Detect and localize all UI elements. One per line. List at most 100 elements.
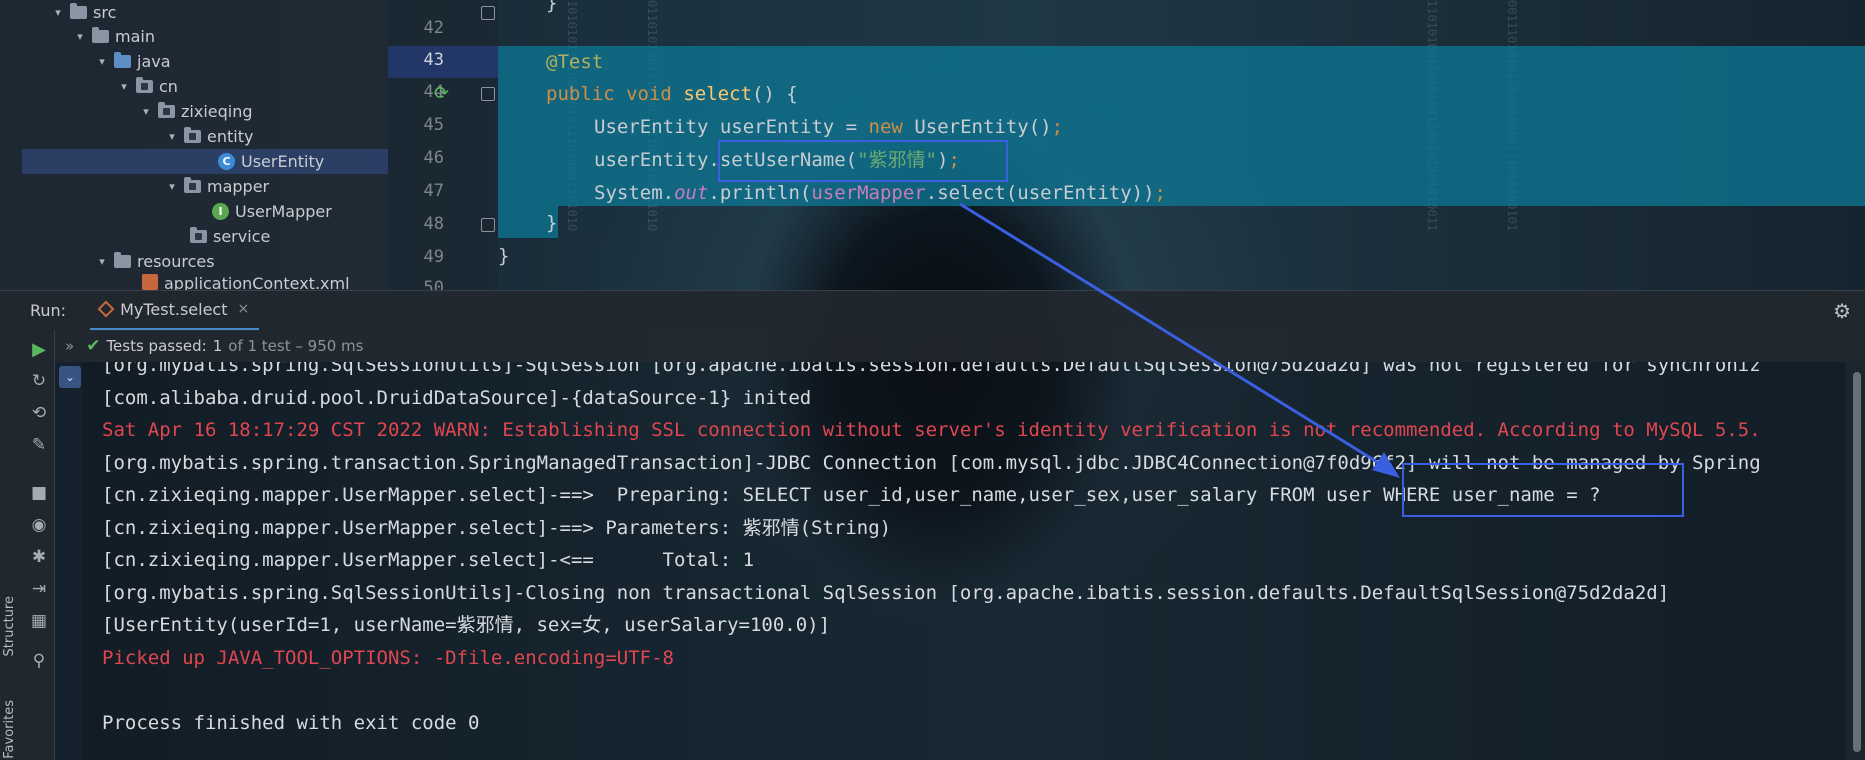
chevron-down-icon[interactable]: ▾ (96, 55, 108, 68)
line-number: 45 (423, 115, 444, 135)
tree-item-label: entity (207, 127, 254, 146)
console-line: [org.mybatis.spring.SqlSessionUtils]-Clo… (102, 581, 1670, 604)
xml-file-icon (142, 274, 158, 290)
console-line: [com.alibaba.druid.pool.DruidDataSource]… (102, 386, 812, 409)
tab-mytest-select[interactable]: MyTest.select × (90, 291, 260, 331)
tree-item-cn[interactable]: ▾ cn (118, 74, 178, 99)
double-chevron-icon[interactable]: » (65, 337, 74, 355)
chevron-down-icon[interactable]: ▾ (166, 130, 178, 143)
folder-icon (70, 3, 87, 19)
rerun-failed-icon[interactable]: ↻ (28, 370, 50, 392)
annotation-box-setusername (718, 140, 1008, 182)
chevron-down-icon[interactable]: ⌄ (59, 366, 81, 388)
package-icon (136, 77, 153, 93)
console-line: Picked up JAVA_TOOL_OPTIONS: -Dfile.enco… (102, 646, 674, 669)
stop-icon[interactable]: ■ (28, 482, 50, 504)
exit-icon[interactable]: ⇥ (28, 578, 50, 600)
tree-item-label: cn (159, 77, 178, 96)
line-number: 49 (423, 247, 444, 267)
chevron-down-icon[interactable]: ▾ (74, 30, 86, 43)
tree-item-resources[interactable]: ▾ resources (96, 249, 215, 274)
interface-icon: I (212, 203, 229, 220)
console-line: [cn.zixieqing.mapper.UserMapper.select]-… (102, 516, 892, 539)
camera-icon[interactable]: ◉ (28, 514, 50, 536)
console-line: [org.mybatis.spring.SqlSessionUtils]-Sql… (102, 362, 1761, 376)
structure-side-tab[interactable]: Structure (2, 596, 17, 656)
tree-item-main[interactable]: ▾ main (74, 24, 155, 49)
line-number: 48 (423, 214, 444, 234)
code-line-43: @Test (546, 51, 604, 73)
tree-item-zixieqing[interactable]: ▾ zixieqing (140, 99, 253, 124)
tree-item-entity[interactable]: ▾ entity (166, 124, 253, 149)
tests-passed-label: Tests passed: (106, 337, 207, 355)
tree-item-label: java (137, 52, 171, 71)
code-line-48: } (546, 212, 558, 234)
console-line: Sat Apr 16 18:17:29 CST 2022 WARN: Estab… (102, 419, 1761, 441)
wrench-icon[interactable]: ✎ (28, 434, 50, 456)
tree-item-label: main (115, 27, 155, 46)
console-line: [cn.zixieqing.mapper.UserMapper.select]-… (102, 549, 755, 571)
test-config-icon (97, 300, 115, 318)
class-icon: C (218, 153, 235, 170)
package-icon (158, 102, 175, 118)
tests-passed-count: 1 (212, 337, 223, 355)
tree-item-mapper[interactable]: ▾ mapper (166, 174, 269, 199)
tests-detail: of 1 test – 950 ms (228, 337, 364, 355)
console-scrollbar[interactable] (1853, 372, 1861, 752)
tree-item-label: UserMapper (235, 202, 332, 221)
play-icon[interactable]: ▶ (28, 338, 50, 360)
tree-item-applicationcontext[interactable]: applicationContext.xml (142, 274, 350, 290)
package-icon (184, 177, 201, 193)
code-line-42: } (546, 0, 558, 14)
debug-icon[interactable]: ✱ (28, 546, 50, 568)
tab-label: MyTest.select (120, 299, 228, 319)
gear-icon[interactable]: ⚙ (1833, 299, 1851, 323)
fold-marker-icon[interactable] (481, 218, 495, 232)
code-line-47: System.out.println(userMapper.select(use… (594, 182, 1166, 204)
chevron-down-icon[interactable]: ▾ (166, 180, 178, 193)
package-icon (184, 127, 201, 143)
line-number: 42 (423, 18, 444, 38)
console-line: [cn.zixieqing.mapper.UserMapper.select]-… (102, 484, 1601, 506)
line-number: 46 (423, 148, 444, 168)
fold-marker-icon[interactable] (481, 87, 495, 101)
chevron-down-icon[interactable]: ▾ (140, 105, 152, 118)
source-folder-icon (114, 52, 131, 68)
run-label: Run: (30, 301, 67, 320)
run-test-gutter-icon[interactable]: ⟳ (434, 83, 456, 105)
tree-item-label: src (93, 3, 117, 22)
line-number: 50 (423, 278, 444, 290)
tree-item-userentity[interactable]: C UserEntity (22, 149, 388, 174)
run-toolbar: ▶ ↻ ⟲ ✎ ■ ◉ ✱ ⇥ ▦ ⚲ Structure Favorites (0, 330, 55, 760)
code-line-49: } (498, 245, 510, 267)
favorites-side-tab[interactable]: Favorites (2, 700, 17, 759)
tree-item-usermapper[interactable]: I UserMapper (212, 199, 332, 224)
tree-item-label: UserEntity (241, 152, 325, 171)
test-status-bar: » ✔ Tests passed: 1 of 1 test – 950 ms (55, 330, 1865, 362)
tree-item-java[interactable]: ▾ java (96, 49, 171, 74)
code-line-45: UserEntity userEntity = new UserEntity()… (594, 116, 1064, 138)
chevron-down-icon[interactable]: ▾ (118, 80, 130, 93)
chevron-down-icon[interactable]: ▾ (52, 6, 64, 19)
code-editor[interactable]: } @Test public void select() { UserEntit… (498, 0, 1865, 290)
rerun-icon[interactable]: ⟲ (28, 402, 50, 424)
pin-icon[interactable]: ⚲ (28, 650, 50, 672)
console-line: Process finished with exit code 0 (102, 711, 480, 734)
tree-item-label: resources (137, 252, 215, 271)
line-number: 43 (423, 50, 444, 70)
tree-item-src[interactable]: ▾ src (52, 0, 116, 25)
chevron-down-icon[interactable]: ▾ (96, 255, 108, 268)
tree-item-label: zixieqing (181, 102, 253, 121)
check-icon: ✔ (86, 336, 101, 356)
console-line: [UserEntity(userId=1, userName=紫邪情, sex=… (102, 614, 831, 636)
run-tool-window-header: Run: MyTest.select × ⚙ (0, 290, 1865, 331)
close-icon[interactable]: × (237, 301, 249, 317)
code-line-44: public void select() { (546, 83, 798, 105)
fold-marker-icon[interactable] (481, 6, 495, 20)
console-output[interactable]: [org.mybatis.spring.SqlSessionUtils]-Sql… (82, 362, 1845, 760)
package-icon (190, 227, 207, 243)
tree-item-label: applicationContext.xml (164, 274, 350, 290)
layout-icon[interactable]: ▦ (28, 610, 50, 632)
tree-item-service[interactable]: service (190, 224, 270, 249)
tree-item-label: mapper (207, 177, 270, 196)
